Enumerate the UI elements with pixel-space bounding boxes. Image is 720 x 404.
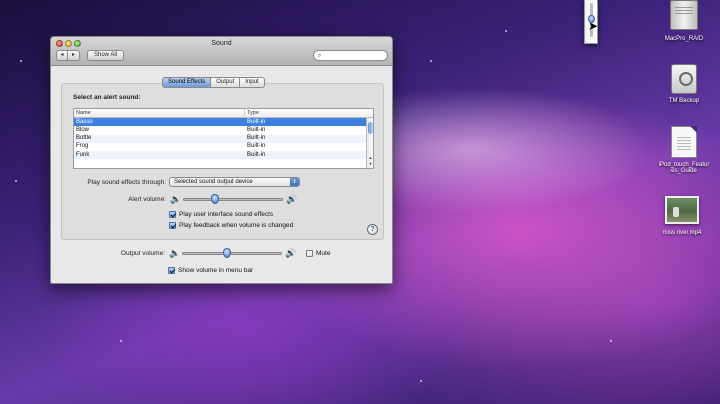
sound-name: Frog [76, 143, 89, 150]
star [610, 340, 612, 342]
slider-track[interactable] [183, 198, 283, 201]
desktop-icon-label: iPod_touch_Features_Guide [658, 162, 710, 174]
output-device-value: Selected sound output device [174, 179, 253, 185]
sound-type: Built-in [247, 135, 266, 142]
search-icon: ⌕ [318, 53, 322, 59]
back-button[interactable]: ◂ [56, 50, 68, 61]
tab-sound-effects[interactable]: Sound Effects [162, 77, 212, 88]
document-icon [671, 126, 697, 158]
checkbox-label: Play feedback when volume is changed [179, 222, 294, 229]
checkbox-box[interactable] [169, 222, 176, 229]
desktop-icon-label: miss river.mp4 [662, 230, 702, 236]
column-divider [244, 109, 245, 118]
tab-output[interactable]: Output [211, 77, 241, 88]
slider-knob[interactable] [211, 194, 219, 204]
table-row[interactable]: Frog Built-in [74, 143, 373, 151]
forward-button[interactable]: ▸ [68, 50, 80, 61]
sound-type: Built-in [247, 151, 266, 158]
sound-type: Built-in [247, 143, 266, 150]
star [420, 380, 422, 382]
desktop-icon-miss-river[interactable]: miss river.mp4 [650, 196, 714, 236]
star [20, 60, 22, 62]
table-row[interactable]: Blow Built-in [74, 126, 373, 134]
checkbox-box[interactable] [306, 250, 313, 257]
sound-effects-panel: Select an alert sound: Name Type Basso B… [61, 83, 384, 240]
play-through-label: Play sound effects through: [87, 179, 166, 186]
tab-input[interactable]: Input [240, 77, 265, 88]
speaker-high-icon: 🔊 [285, 248, 297, 258]
checkbox-label: Play user interface sound effects [179, 211, 274, 218]
checkbox-label: Mute [316, 250, 331, 257]
video-file-icon [665, 196, 699, 224]
table-row[interactable]: Basso Built-in [74, 118, 373, 127]
table-header: Name Type [74, 109, 373, 118]
alert-volume-label: Alert volume: [128, 196, 166, 203]
table-scrollbar[interactable]: ▲ ▼ [366, 118, 373, 168]
checkbox-box[interactable] [168, 267, 175, 274]
slider-track[interactable] [182, 252, 282, 255]
speaker-low-icon: 🔈 [170, 194, 182, 204]
chevron-right-icon: ▸ [71, 52, 75, 58]
column-header-type[interactable]: Type [247, 110, 259, 116]
column-header-name[interactable]: Name [76, 110, 91, 116]
speaker-low-icon: 🔈 [169, 248, 181, 258]
desktop-icon-label: TM Backup [668, 98, 700, 104]
star [430, 60, 432, 62]
show-volume-menubar-checkbox[interactable]: Show volume in menu bar [168, 267, 253, 274]
desktop-icon-label: MacPro_RAID [664, 36, 704, 42]
output-volume-slider[interactable] [182, 248, 282, 258]
sound-name: Blow [76, 126, 90, 133]
window-title: Sound [211, 40, 232, 47]
star [120, 340, 122, 342]
speaker-high-icon: 🔊 [286, 194, 298, 204]
sound-preferences-window: Sound ◂ ▸ Show All ⌕ Select an alert sou… [50, 36, 393, 284]
volume-feedback-checkbox[interactable]: Play feedback when volume is changed [169, 222, 293, 229]
output-device-select[interactable]: Selected sound output device ⇕ [169, 177, 300, 187]
search-input[interactable]: ⌕ [313, 50, 388, 61]
output-volume-label: Output volume: [120, 250, 165, 257]
pane-tabs: Sound Effects Output Input [162, 77, 265, 88]
sound-name: Bottle [76, 135, 92, 142]
star [505, 30, 507, 32]
help-button[interactable]: ? [367, 224, 378, 235]
scroll-down-arrow-icon[interactable]: ▼ [367, 161, 373, 167]
desktop-icon-ipod-guide[interactable]: iPod_touch_Features_Guide [652, 126, 716, 174]
table-row[interactable]: Funk Built-in [74, 151, 373, 160]
sound-name: Basso [76, 118, 93, 125]
alert-volume-slider[interactable] [183, 194, 283, 204]
scrollbar-thumb[interactable] [368, 122, 373, 134]
show-all-button[interactable]: Show All [87, 50, 125, 61]
alert-sound-table[interactable]: Name Type Basso Built-in Blow Built-in B… [73, 108, 374, 169]
hard-drive-icon [670, 0, 698, 30]
table-row[interactable]: Bottle Built-in [74, 134, 373, 143]
popup-arrows-icon: ⇕ [290, 178, 299, 186]
time-machine-drive-icon [671, 64, 697, 94]
title-bar[interactable]: Sound ◂ ▸ Show All ⌕ [51, 37, 392, 66]
star [15, 180, 17, 182]
sound-type: Built-in [247, 118, 266, 125]
sound-name: Funk [76, 151, 90, 158]
slider-knob[interactable] [223, 248, 231, 258]
desktop-icon-tm-backup[interactable]: TM Backup [652, 64, 716, 104]
checkbox-box[interactable] [169, 211, 176, 218]
ui-sound-effects-checkbox[interactable]: Play user interface sound effects [169, 211, 273, 218]
mute-checkbox[interactable]: Mute [306, 250, 330, 257]
alert-sound-label: Select an alert sound: [73, 94, 141, 101]
sound-type: Built-in [247, 126, 266, 133]
desktop-icon-macpro-raid[interactable]: MacPro_RAID [652, 0, 716, 42]
mouse-cursor-icon: ➤ [588, 19, 599, 33]
checkbox-label: Show volume in menu bar [178, 267, 254, 274]
chevron-left-icon: ◂ [60, 52, 64, 58]
